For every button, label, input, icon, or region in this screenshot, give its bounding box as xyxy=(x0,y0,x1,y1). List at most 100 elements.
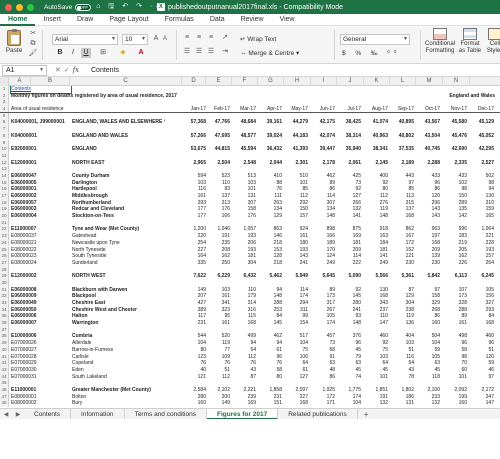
column-header[interactable]: N xyxy=(443,77,470,86)
align-top-icon[interactable]: ≡ xyxy=(182,34,192,42)
align-center-icon[interactable]: ☰ xyxy=(194,48,204,56)
row-number[interactable]: 12 xyxy=(0,159,9,167)
column-header[interactable]: E xyxy=(206,77,232,86)
row-number[interactable]: 37 xyxy=(0,326,9,334)
row-number[interactable]: 40 xyxy=(0,346,9,354)
tab-page-layout[interactable]: Page Layout xyxy=(101,14,156,26)
sheet-tab-information[interactable]: Information xyxy=(71,408,125,420)
row-number[interactable]: 11 xyxy=(0,152,9,160)
column-header[interactable]: B xyxy=(31,77,70,86)
column-header[interactable]: I xyxy=(311,77,337,86)
row-number[interactable]: 15 xyxy=(0,179,9,187)
row-number[interactable]: 4 xyxy=(0,106,9,112)
sheet-tab-terms-and-conditions[interactable]: Terms and conditions xyxy=(125,408,207,420)
orientation-icon[interactable]: ↗ xyxy=(220,34,230,42)
minimize-window-button[interactable] xyxy=(16,3,23,11)
function-icon[interactable]: fx xyxy=(73,66,80,74)
tab-home[interactable]: Home xyxy=(0,14,36,26)
row-number[interactable]: 7 xyxy=(0,126,9,133)
row-number[interactable]: 43 xyxy=(0,366,9,374)
row-number[interactable]: 28 xyxy=(0,266,9,274)
row-number[interactable]: 19 xyxy=(0,206,9,214)
row-number[interactable]: 30 xyxy=(0,279,9,287)
row-number[interactable]: 14 xyxy=(0,172,9,180)
prev-sheet-icon[interactable]: ◀ xyxy=(0,411,12,418)
row-number[interactable]: 34 xyxy=(0,306,9,314)
paste-button[interactable]: Paste xyxy=(3,28,25,60)
format-painter-icon[interactable]: 🖌 xyxy=(28,50,38,58)
row-number[interactable]: 22 xyxy=(0,226,9,234)
column-header[interactable]: L xyxy=(390,77,416,86)
font-size-select[interactable]: 10 ▾ xyxy=(122,34,148,45)
autosave-control[interactable]: AutoSave OFF xyxy=(44,3,92,11)
row-number[interactable]: 21 xyxy=(0,219,9,227)
row-number[interactable]: 13 xyxy=(0,166,9,173)
formula-input[interactable]: Contents xyxy=(87,67,500,74)
sheet-tab-figures-for-2017[interactable]: Figures for 2017 xyxy=(206,408,279,420)
row-number[interactable]: 8 xyxy=(0,132,9,140)
format-as-table-button[interactable]: Format as Table xyxy=(458,28,482,55)
column-header[interactable]: C xyxy=(70,77,182,86)
copy-icon[interactable]: ⧉ xyxy=(28,40,38,48)
indent-icon[interactable]: ⇥ xyxy=(220,48,230,56)
row-number[interactable]: 47 xyxy=(0,393,9,401)
align-left-icon[interactable]: ☰ xyxy=(182,48,192,56)
row-number[interactable]: 46 xyxy=(0,386,9,394)
enter-icon[interactable]: ✓ xyxy=(64,67,73,74)
underline-button[interactable]: U xyxy=(81,48,91,58)
column-header[interactable]: H xyxy=(284,77,311,86)
column-header[interactable]: D xyxy=(182,77,206,86)
decrease-font-icon[interactable]: A xyxy=(160,35,170,43)
font-color-icon[interactable]: A xyxy=(136,49,146,57)
number-format-icons[interactable]: $ % ‰ ⁰⁰ xyxy=(342,49,401,57)
row-number[interactable]: 32 xyxy=(0,293,9,300)
row-number[interactable]: 29 xyxy=(0,273,9,280)
row-number[interactable]: 3 xyxy=(0,99,9,107)
next-sheet-icon[interactable]: ▶ xyxy=(12,411,24,418)
align-bottom-icon[interactable]: ≡ xyxy=(206,34,216,42)
row-number[interactable]: 38 xyxy=(0,333,9,341)
row-number[interactable]: 20 xyxy=(0,213,9,220)
borders-icon[interactable]: ⊞ xyxy=(98,49,108,57)
add-sheet-button[interactable]: + xyxy=(358,410,375,419)
zoom-window-button[interactable] xyxy=(27,3,34,11)
select-all-button[interactable] xyxy=(0,77,9,86)
row-number[interactable]: 36 xyxy=(0,320,9,327)
row-number[interactable]: 25 xyxy=(0,246,9,254)
spreadsheet-grid[interactable]: 1 Contents 2 Monthly figures on deaths regi… xyxy=(0,86,500,407)
align-middle-icon[interactable]: ≡ xyxy=(194,34,204,42)
row-number[interactable]: 16 xyxy=(0,186,9,193)
autosave-toggle[interactable]: OFF xyxy=(75,3,92,11)
tab-view[interactable]: View xyxy=(272,14,303,26)
row-number[interactable]: 9 xyxy=(0,139,9,147)
close-window-button[interactable] xyxy=(5,3,12,11)
sheet-tab-contents[interactable]: Contents xyxy=(24,408,72,420)
row-number[interactable]: 18 xyxy=(0,199,9,207)
row-number[interactable]: 31 xyxy=(0,286,9,294)
row-number[interactable]: 33 xyxy=(0,300,9,307)
row-number[interactable]: 45 xyxy=(0,380,9,387)
cancel-icon[interactable]: ✕ xyxy=(55,67,64,74)
row-number[interactable]: 48 xyxy=(0,400,9,407)
row-number[interactable]: 42 xyxy=(0,360,9,367)
tab-review[interactable]: Review xyxy=(233,14,272,26)
row-number[interactable]: 17 xyxy=(0,193,9,200)
row-number[interactable]: 27 xyxy=(0,259,9,267)
row-number[interactable]: 23 xyxy=(0,233,9,240)
column-header[interactable]: G xyxy=(258,77,284,86)
align-right-icon[interactable]: ☰ xyxy=(206,48,216,56)
column-header[interactable]: F xyxy=(232,77,258,86)
tab-data[interactable]: Data xyxy=(202,14,233,26)
row-number[interactable]: 5 xyxy=(0,112,9,120)
number-format-select[interactable]: General ▾ xyxy=(340,34,410,45)
row-number[interactable]: 10 xyxy=(0,146,9,153)
row-number[interactable]: 44 xyxy=(0,373,9,381)
name-box[interactable]: A1 ▼ xyxy=(2,64,47,76)
column-header[interactable]: J xyxy=(337,77,364,86)
tab-draw[interactable]: Draw xyxy=(69,14,101,26)
row-number[interactable]: 2 xyxy=(0,92,9,100)
row-number[interactable]: 26 xyxy=(0,253,9,260)
column-header[interactable]: K xyxy=(364,77,390,86)
tab-formulas[interactable]: Formulas xyxy=(157,14,202,26)
bold-button[interactable]: B xyxy=(55,48,65,58)
